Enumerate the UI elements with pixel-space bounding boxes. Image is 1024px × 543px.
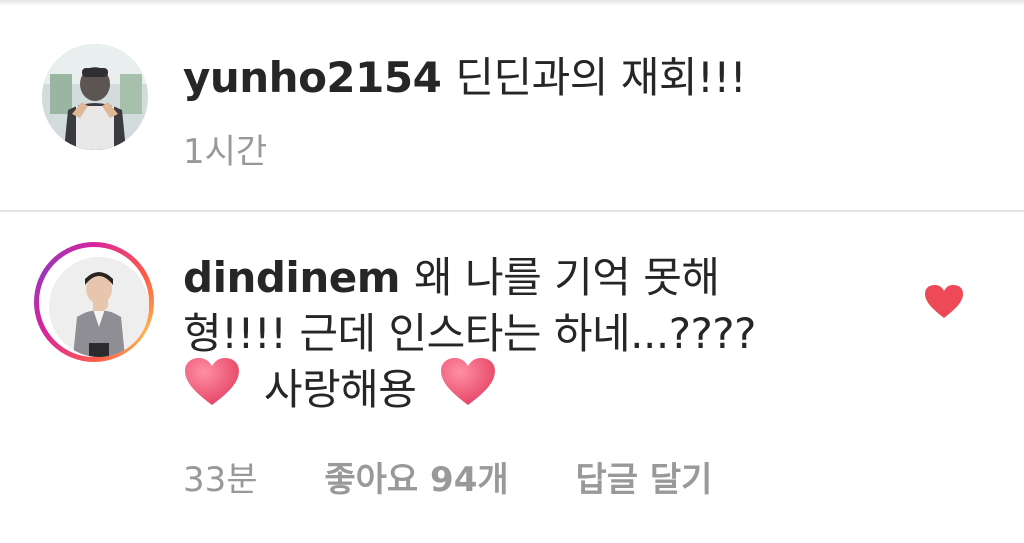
like-button[interactable] (924, 284, 964, 320)
comment-timestamp: 1시간 (183, 132, 268, 172)
avatar[interactable] (49, 257, 149, 357)
top-divider (0, 0, 1024, 6)
comment-timestamp: 33분 (183, 460, 258, 500)
comment-meta: 1시간 (183, 124, 323, 173)
comment-message-line-3-text: 사랑해용 (263, 365, 417, 414)
comment-message: 딘딘과의 재회!!! (455, 53, 747, 102)
comment-item: dindinem 왜 나를 기억 못해 형!!!! 근데 인스타는 하네...??… (0, 212, 1024, 543)
story-ring[interactable] (34, 242, 154, 362)
comment-meta: 33분 좋아요 94개 답글 달기 (183, 452, 768, 501)
username-link[interactable]: dindinem (183, 253, 400, 302)
comment-item: yunho2154 딘딘과의 재회!!! 1시간 (0, 24, 1024, 210)
comment-message-line-3: 사랑해용 (183, 357, 756, 421)
heart-emoji-icon (183, 357, 241, 421)
heart-emoji-icon (439, 357, 497, 421)
heart-filled-icon (925, 285, 963, 318)
comment-text: yunho2154 딘딘과의 재회!!! (183, 50, 747, 106)
comment-message-line-1: 왜 나를 기억 못해 (413, 253, 720, 302)
comment-text: dindinem 왜 나를 기억 못해 형!!!! 근데 인스타는 하네...??… (183, 250, 756, 421)
likes-count-link[interactable]: 좋아요 94개 (324, 460, 508, 500)
avatar[interactable] (42, 44, 148, 150)
username-link[interactable]: yunho2154 (183, 53, 442, 102)
reply-button[interactable]: 답글 달기 (575, 460, 712, 500)
comment-message-line-2: 형!!!! 근데 인스타는 하네...???? (183, 309, 756, 358)
